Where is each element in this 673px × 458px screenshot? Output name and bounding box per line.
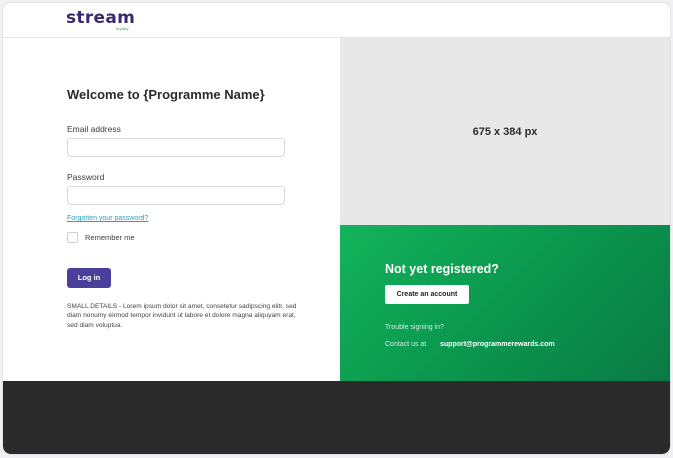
trouble-signing-in-text: Trouble signing in?: [385, 324, 444, 331]
login-panel: Welcome to {Programme Name} Email addres…: [3, 38, 340, 381]
contact-label: Contact us at: [385, 341, 427, 348]
image-placeholder-label: 675 x 384 px: [472, 126, 538, 138]
remember-me-checkbox[interactable]: [67, 232, 78, 243]
email-label: Email address: [67, 124, 121, 134]
logo-wordmark: stream: [66, 8, 136, 28]
create-account-button[interactable]: Create an account: [385, 285, 469, 304]
top-bar: stream loyalty: [3, 3, 670, 38]
register-title: Not yet registered?: [385, 262, 499, 276]
logo-subtext: loyalty: [116, 26, 129, 31]
register-panel: Not yet registered? Create an account Tr…: [340, 225, 670, 381]
forgot-password-link[interactable]: Forgotten your password?: [67, 215, 148, 222]
footer: [3, 381, 670, 454]
support-email-link[interactable]: support@programmerewards.com: [440, 341, 555, 348]
image-placeholder: 675 x 384 px: [340, 38, 670, 225]
email-field[interactable]: [67, 138, 285, 157]
password-label: Password: [67, 172, 105, 182]
log-in-button[interactable]: Log in: [67, 268, 111, 288]
small-details-text: SMALL DETAILS - Lorem ipsum dolor sit am…: [67, 303, 297, 329]
stream-logo[interactable]: stream loyalty: [66, 8, 135, 32]
remember-me-label[interactable]: Remember me: [85, 233, 135, 242]
password-field[interactable]: [67, 186, 285, 205]
page-title: Welcome to {Programme Name}: [67, 87, 265, 102]
page-frame: stream loyalty Welcome to {Programme Nam…: [3, 3, 670, 454]
